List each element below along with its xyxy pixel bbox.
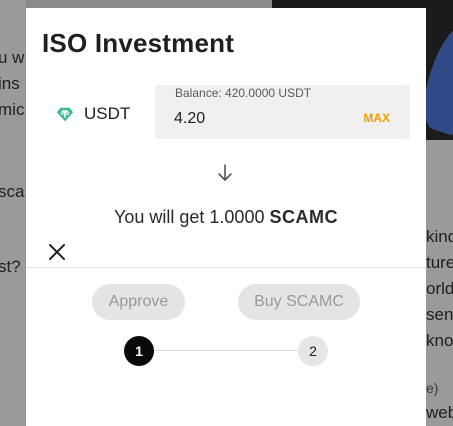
background-text: ins xyxy=(0,74,20,93)
close-icon[interactable] xyxy=(46,241,68,263)
background-text: ture xyxy=(426,253,453,272)
background-page-left: u w ins mic sca st? xyxy=(0,0,26,426)
result-token: SCAMC xyxy=(269,207,338,227)
max-button[interactable]: MAX xyxy=(363,111,390,125)
balance-label: Balance: 420.0000 USDT xyxy=(175,86,312,100)
arrow-down-icon xyxy=(218,164,232,181)
background-text: u w xyxy=(0,48,25,67)
result-text: You will get 1.0000 xyxy=(114,207,265,227)
token-selector: USDT xyxy=(56,104,130,124)
background-text: mic xyxy=(0,100,25,119)
modal-title: ISO Investment xyxy=(42,28,235,58)
divider xyxy=(26,267,426,268)
tether-icon xyxy=(56,107,74,122)
background-image xyxy=(413,0,453,140)
buy-scamc-button[interactable]: Buy SCAMC xyxy=(238,284,360,320)
stepper-line xyxy=(154,350,300,351)
background-text: kind xyxy=(426,227,453,246)
step-indicator-2: 2 xyxy=(298,336,328,366)
amount-field: Balance: 420.0000 USDT MAX xyxy=(155,85,410,139)
background-text: orld xyxy=(426,279,453,298)
iso-investment-modal: ISO Investment USDT Balance: 420.0000 US… xyxy=(26,8,426,426)
background-text: web xyxy=(426,403,453,422)
step-indicator-1: 1 xyxy=(124,336,154,366)
background-text: st? xyxy=(0,257,21,276)
background-text: e) xyxy=(426,380,439,396)
token-label: USDT xyxy=(84,104,131,123)
amount-input[interactable] xyxy=(174,109,344,129)
approve-button[interactable]: Approve xyxy=(92,284,185,320)
background-text: sca xyxy=(0,182,25,201)
result-summary: You will get 1.0000 SCAMC xyxy=(26,207,426,228)
background-text: sent xyxy=(426,305,453,324)
background-text: kno xyxy=(426,331,453,350)
background-banner xyxy=(272,0,426,8)
